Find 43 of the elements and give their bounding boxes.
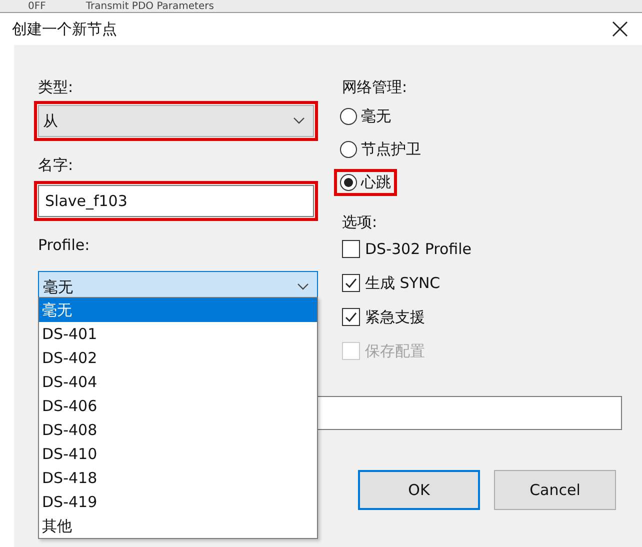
background-window-text: Transmit PDO Parameters [86,0,214,12]
checkbox-label: DS-302 Profile [365,240,472,258]
name-field[interactable]: Slave_f103 [38,185,314,217]
window-title: 创建一个新节点 [12,20,117,38]
checkbox-label: 保存配置 [365,342,425,360]
options-label: 选项: [342,212,378,232]
dropdown-option[interactable]: 毫无 [39,298,317,322]
checkbox-label: 生成 SYNC [365,274,440,292]
dropdown-option[interactable]: DS-401 [39,322,317,346]
check-icon [344,310,358,324]
dropdown-option[interactable]: DS-419 [39,490,317,514]
radio-option[interactable]: 心跳 [340,172,391,193]
radio-option[interactable]: 节点护卫 [340,139,421,160]
checkbox[interactable] [342,240,360,258]
type-dropdown[interactable]: 从 [38,105,314,137]
radio-label: 节点护卫 [361,140,421,159]
radio-label: 心跳 [361,173,391,192]
dropdown-option[interactable]: DS-404 [39,370,317,394]
radio-button[interactable] [340,141,357,158]
checkbox-label: 紧急支援 [365,308,425,326]
name-label: 名字: [38,155,74,175]
radio-button[interactable] [340,108,357,125]
check-icon [344,276,358,290]
checkbox[interactable] [342,274,360,292]
profile-label: Profile: [38,235,90,255]
checkbox[interactable] [342,308,360,326]
dialog-button[interactable]: OK [358,470,480,510]
background-window-text: 0FF [28,0,46,12]
radio-button[interactable] [340,174,357,191]
chevron-down-icon [293,117,305,125]
dropdown-option[interactable]: DS-408 [39,418,317,442]
type-label: 类型: [38,77,74,97]
dropdown-option[interactable]: DS-402 [39,346,317,370]
dropdown-option[interactable]: DS-406 [39,394,317,418]
dropdown-option[interactable]: 其他 [39,514,317,538]
dropdown-option[interactable]: DS-418 [39,466,317,490]
dropdown-option[interactable]: DS-410 [39,442,317,466]
close-icon[interactable] [612,21,628,37]
chevron-down-icon [297,283,309,291]
dialog-button[interactable]: Cancel [494,470,616,510]
network-management-label: 网络管理: [342,77,408,97]
radio-label: 毫无 [361,107,391,126]
radio-option[interactable]: 毫无 [340,106,391,127]
